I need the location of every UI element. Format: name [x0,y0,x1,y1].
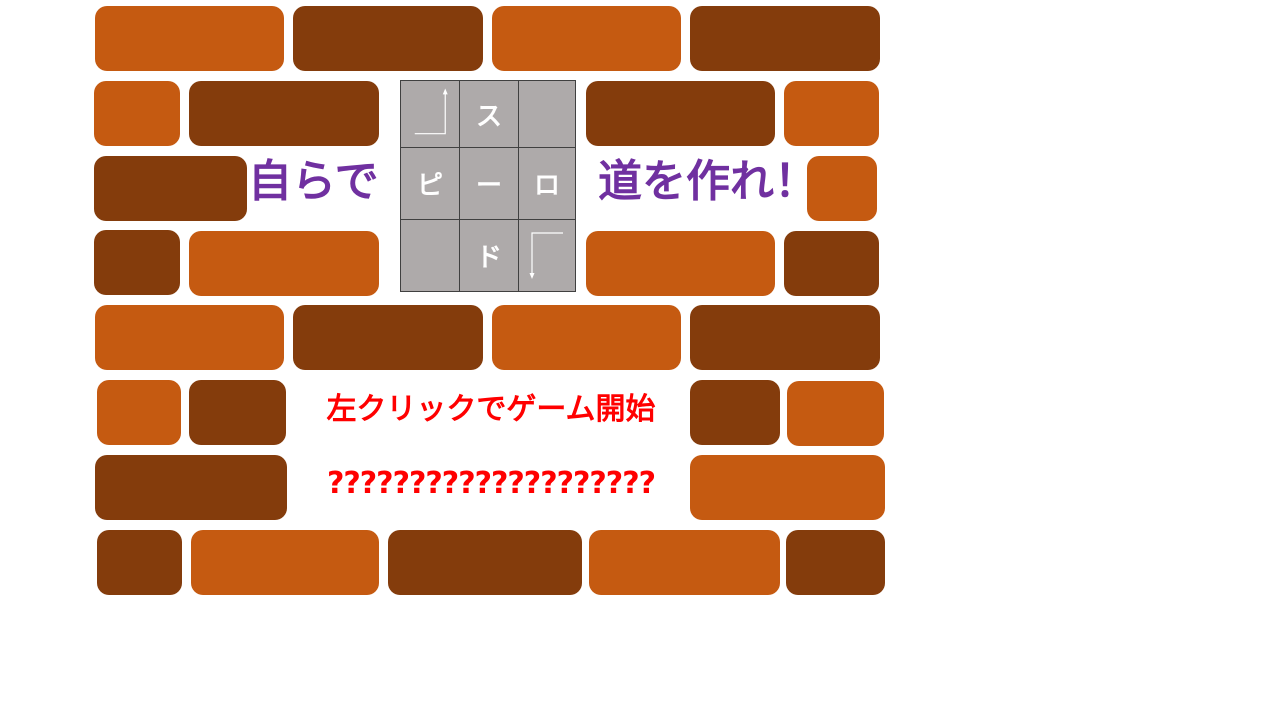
brick [492,6,681,71]
arrow-down-icon [529,232,563,279]
brick [690,6,880,71]
brick [95,455,287,520]
arrow-up-icon [414,87,448,134]
brick [189,81,379,146]
brick [94,156,247,221]
puzzle-cell: ピ [401,148,460,220]
title-screen[interactable]: 自らで 道を作れ！ ス ピ ー ロ ド 左クリックでゲーム開始 ????????… [0,0,1280,720]
brick [492,305,681,370]
brick [787,381,884,446]
brick [690,305,880,370]
brick [586,231,775,296]
brick [388,530,582,595]
puzzle-cell [401,220,460,291]
slide-puzzle-logo: ス ピ ー ロ ド [400,80,576,292]
title-right: 道を作れ！ [598,156,818,207]
brick [784,81,879,146]
puzzle-cell [401,81,460,148]
garbled-text: ???????????????????? [326,466,656,501]
brick [293,6,483,71]
start-prompt[interactable]: 左クリックでゲーム開始 [296,388,686,432]
puzzle-cell: ー [460,148,519,220]
puzzle-cell: ド [460,220,519,291]
title-left: 自らで [248,156,379,207]
brick [690,380,780,445]
puzzle-cell: ロ [519,148,575,220]
brick [94,81,180,146]
puzzle-cell [519,81,575,148]
brick [189,380,286,445]
puzzle-cell: ス [460,81,519,148]
brick [95,6,284,71]
brick [786,530,885,595]
brick [784,231,879,296]
puzzle-cell [519,220,575,291]
brick [97,530,182,595]
brick [586,81,775,146]
brick [95,305,284,370]
brick [690,455,885,520]
brick [293,305,483,370]
brick [589,530,780,595]
brick [191,530,379,595]
brick [97,380,181,445]
brick [189,231,379,296]
brick [94,230,180,295]
